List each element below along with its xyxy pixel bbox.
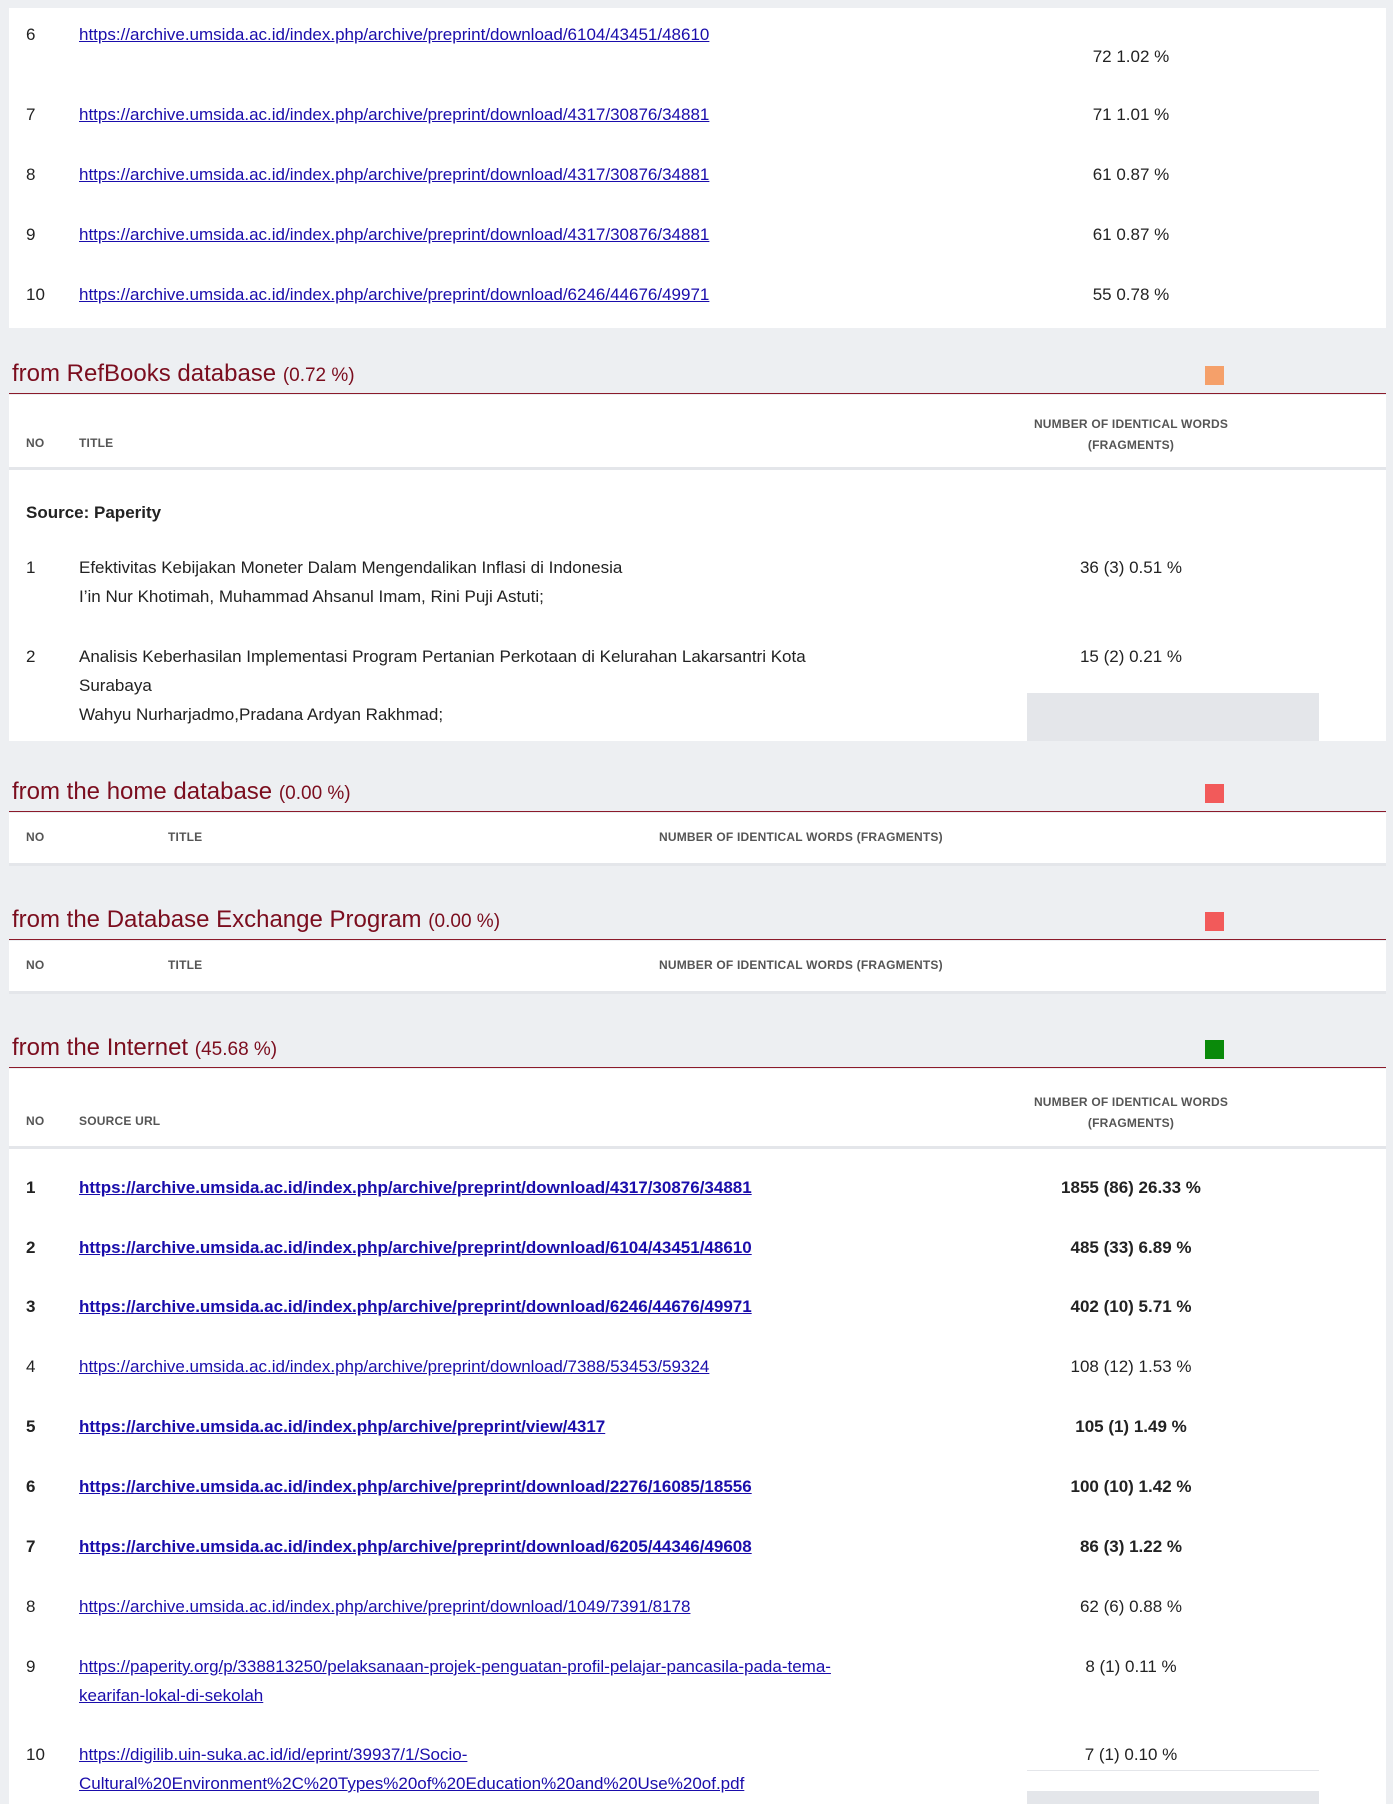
row-number: 8: [26, 1597, 36, 1616]
row-count: 105 (1) 1.49 %: [1075, 1417, 1187, 1436]
exchange-table-header: NO TITLE NUMBER OF IDENTICAL WORDS (FRAG…: [9, 941, 1386, 994]
item-count: 36 (3) 0.51 %: [1079, 558, 1183, 577]
item-title: Efektivitas Kebijakan Moneter Dalam Meng…: [79, 558, 623, 577]
source-link[interactable]: https://archive.umsida.ac.id/index.php/a…: [79, 1173, 979, 1202]
row-number: 9: [26, 225, 36, 244]
home-table-header: NO TITLE NUMBER OF IDENTICAL WORDS (FRAG…: [9, 813, 1386, 866]
source-link[interactable]: https://archive.umsida.ac.id/index.php/a…: [79, 1532, 979, 1561]
col-count: NUMBER OF IDENTICAL WORDS (FRAGMENTS): [659, 830, 943, 844]
row-count: 62 (6) 0.88 %: [1079, 1597, 1183, 1616]
source-link[interactable]: https://archive.umsida.ac.id/index.php/a…: [79, 1472, 979, 1501]
grey-block: [1027, 1791, 1319, 1804]
source-link[interactable]: https://digilib.uin-suka.ac.id/id/eprint…: [79, 1740, 979, 1798]
row-count: 86 (3) 1.22 %: [1079, 1537, 1183, 1556]
col-no: NO: [26, 436, 45, 450]
item-title: Analisis Keberhasilan Implementasi Progr…: [79, 647, 806, 666]
row-number: 7: [26, 105, 36, 124]
col-count: NUMBER OF IDENTICAL WORDS (FRAGMENTS): [1033, 417, 1229, 452]
source-link[interactable]: https://archive.umsida.ac.id/index.php/a…: [79, 220, 979, 249]
internet-color-square-icon: [1205, 1040, 1224, 1059]
source-link[interactable]: https://archive.umsida.ac.id/index.php/a…: [79, 1233, 979, 1262]
row-count: 100 (10) 1.42 %: [1070, 1477, 1192, 1496]
col-count: NUMBER OF IDENTICAL WORDS (FRAGMENTS): [659, 958, 943, 972]
row-number: 1: [26, 1178, 36, 1197]
col-title: TITLE: [79, 436, 114, 450]
source-link[interactable]: https://archive.umsida.ac.id/index.php/a…: [79, 1292, 979, 1321]
row-count: 1855 (86) 26.33 %: [1061, 1178, 1201, 1197]
row-number: 6: [26, 25, 36, 44]
row-number: 2: [26, 1238, 36, 1257]
grey-block: [1027, 693, 1319, 741]
source-link[interactable]: https://archive.umsida.ac.id/index.php/a…: [79, 280, 979, 309]
source-link[interactable]: https://archive.umsida.ac.id/index.php/a…: [79, 1592, 979, 1621]
exchange-color-square-icon: [1205, 912, 1224, 931]
item-number: 2: [26, 647, 36, 666]
col-title: TITLE: [168, 830, 203, 844]
source-link[interactable]: https://paperity.org/p/338813250/pelaksa…: [79, 1652, 979, 1710]
internet-table: NO SOURCE URL NUMBER OF IDENTICAL WORDS …: [9, 1069, 1386, 1804]
item-authors: I’in Nur Khotimah, Muhammad Ahsanul Imam…: [79, 587, 544, 606]
previous-section-table: 6 https://archive.umsida.ac.id/index.php…: [9, 8, 1386, 328]
source-link[interactable]: https://archive.umsida.ac.id/index.php/a…: [79, 20, 979, 49]
row-number: 5: [26, 1417, 36, 1436]
col-count: NUMBER OF IDENTICAL WORDS (FRAGMENTS): [1033, 1095, 1229, 1130]
col-no: NO: [26, 830, 45, 844]
section-title-text: from the Internet: [12, 1034, 189, 1061]
table-header: NO SOURCE URL NUMBER OF IDENTICAL WORDS …: [9, 1069, 1386, 1149]
section-title-internet: from the Internet (45.68 %): [9, 1028, 1386, 1068]
report-page: 6 https://archive.umsida.ac.id/index.php…: [9, 8, 1386, 1804]
row-count: 61 0.87 %: [1092, 225, 1170, 244]
row-count: 7 (1) 0.10 %: [1084, 1745, 1178, 1764]
row-count: 108 (12) 1.53 %: [1070, 1357, 1192, 1376]
col-no: NO: [26, 1114, 45, 1128]
row-number: 7: [26, 1537, 36, 1556]
source-link[interactable]: https://archive.umsida.ac.id/index.php/a…: [79, 1352, 979, 1381]
source-link[interactable]: https://archive.umsida.ac.id/index.php/a…: [79, 100, 979, 129]
item-number: 1: [26, 558, 36, 577]
section-title-text: from the Database Exchange Program: [12, 906, 422, 933]
col-source-url: SOURCE URL: [79, 1114, 161, 1128]
section-percent: (0.00 %): [428, 911, 501, 932]
section-percent: (0.00 %): [278, 783, 351, 804]
row-count: 71 1.01 %: [1092, 105, 1170, 124]
row-number: 4: [26, 1357, 36, 1376]
table-header: NO TITLE NUMBER OF IDENTICAL WORDS (FRAG…: [9, 395, 1386, 470]
row-count: 72 1.02 %: [1092, 47, 1170, 66]
row-count: 8 (1) 0.11 %: [1085, 1657, 1177, 1676]
home-color-square-icon: [1205, 784, 1224, 803]
section-title-text: from RefBooks database: [12, 360, 277, 387]
row-count: 485 (33) 6.89 %: [1070, 1238, 1192, 1257]
item-authors: Wahyu Nurharjadmo,Pradana Ardyan Rakhmad…: [79, 705, 444, 724]
row-count: 55 0.78 %: [1092, 285, 1170, 304]
row-number: 6: [26, 1477, 36, 1496]
row-number: 10: [26, 285, 45, 304]
section-percent: (0.72 %): [282, 365, 355, 386]
section-title-exchange: from the Database Exchange Program (0.00…: [9, 900, 1386, 940]
section-title-home: from the home database (0.00 %): [9, 772, 1386, 812]
section-title-refbooks: from RefBooks database (0.72 %): [9, 354, 1386, 394]
section-percent: (45.68 %): [194, 1039, 278, 1060]
row-number: 8: [26, 165, 36, 184]
col-title: TITLE: [168, 958, 203, 972]
col-no: NO: [26, 958, 45, 972]
row-count: 61 0.87 %: [1092, 165, 1170, 184]
row-number: 3: [26, 1297, 36, 1316]
source-label: Source: Paperity: [26, 503, 162, 522]
divider: [1027, 1770, 1319, 1771]
row-number: 9: [26, 1657, 36, 1676]
source-link[interactable]: https://archive.umsida.ac.id/index.php/a…: [79, 1412, 979, 1441]
row-count: 402 (10) 5.71 %: [1070, 1297, 1192, 1316]
section-title-text: from the home database: [12, 778, 273, 805]
row-number: 10: [26, 1745, 45, 1764]
refbooks-color-square-icon: [1205, 366, 1224, 385]
item-title-continued: Surabaya: [79, 676, 152, 695]
item-count: 15 (2) 0.21 %: [1079, 647, 1183, 666]
refbooks-table: NO TITLE NUMBER OF IDENTICAL WORDS (FRAG…: [9, 395, 1386, 741]
source-link[interactable]: https://archive.umsida.ac.id/index.php/a…: [79, 160, 979, 189]
